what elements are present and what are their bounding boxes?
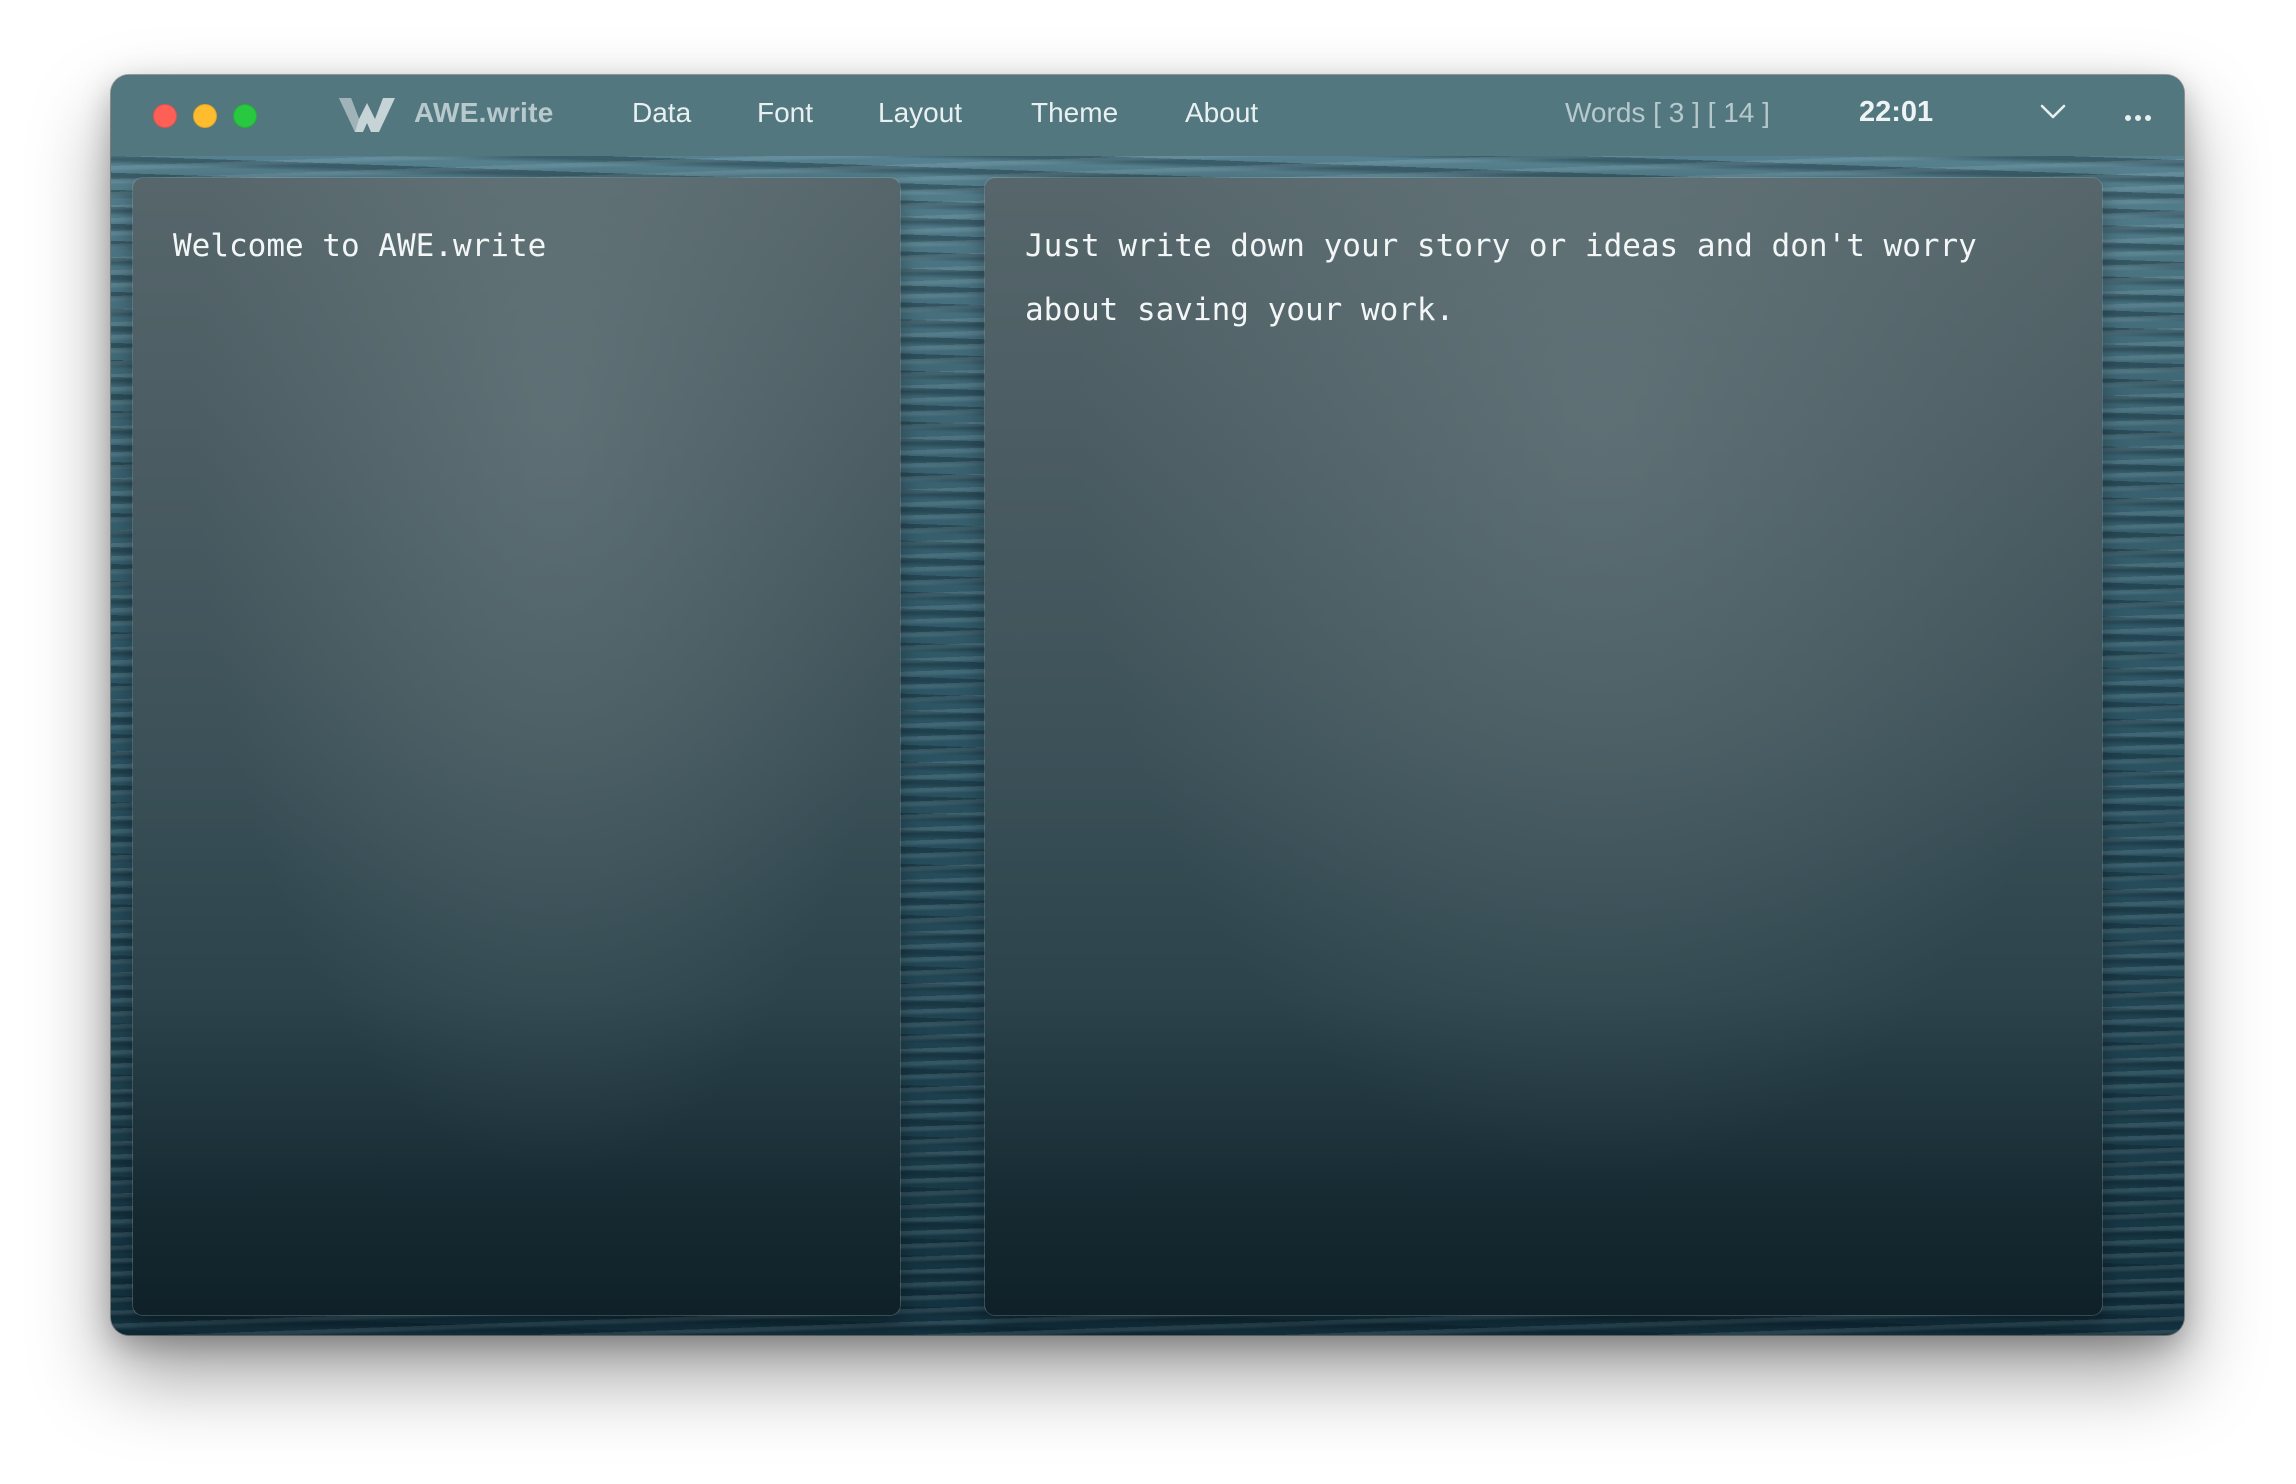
editor-panel-right[interactable]: Just write down your story or ideas and … (985, 178, 2102, 1315)
more-dots-icon[interactable] (2124, 109, 2152, 127)
menu-about[interactable]: About (1185, 97, 1258, 129)
app-window: AWE.write Data Font Layout Theme About W… (111, 75, 2184, 1335)
editor-panel-left[interactable]: Welcome to AWE.write (133, 178, 900, 1315)
chevron-down-icon[interactable] (2040, 103, 2066, 126)
right-editor-text[interactable]: Just write down your story or ideas and … (1025, 214, 2062, 342)
word-count: Words [ 3 ] [ 14 ] (1565, 97, 1770, 128)
app-name: AWE.write (414, 97, 554, 128)
zoom-button[interactable] (233, 104, 257, 128)
menu-font[interactable]: Font (757, 97, 813, 129)
awe-logo-icon (337, 95, 399, 135)
left-editor-text[interactable]: Welcome to AWE.write (173, 214, 860, 278)
menu-layout[interactable]: Layout (878, 97, 962, 129)
window-controls (153, 104, 257, 128)
menu-data[interactable]: Data (632, 97, 691, 129)
menu-theme[interactable]: Theme (1031, 97, 1118, 129)
clock: 22:01 (1859, 96, 1934, 128)
title-bar: AWE.write Data Font Layout Theme About W… (111, 75, 2184, 156)
close-button[interactable] (153, 104, 177, 128)
minimize-button[interactable] (193, 104, 217, 128)
